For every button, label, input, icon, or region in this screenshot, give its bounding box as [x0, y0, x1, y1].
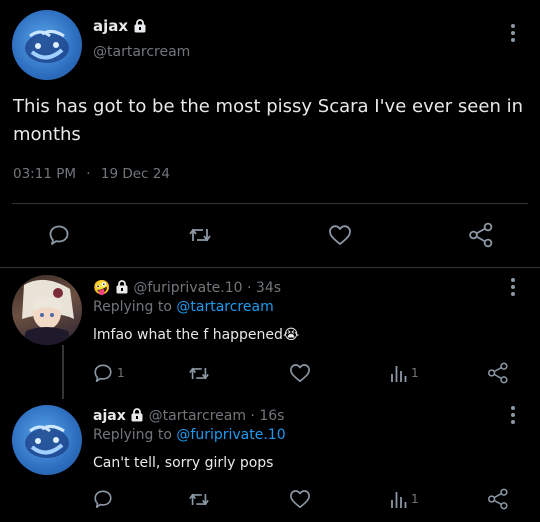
reply-icon[interactable]: [48, 224, 70, 246]
meta-separator: ·: [250, 408, 255, 424]
meta-separator: ·: [247, 280, 252, 296]
like-icon[interactable]: [289, 363, 311, 383]
avatar[interactable]: [12, 10, 82, 80]
share-icon[interactable]: [487, 488, 509, 510]
reply-tweet: ajax @tartarcream · 16s Replying to @fur…: [0, 398, 540, 522]
lock-icon: [130, 408, 144, 426]
avatar-character-icon: [22, 279, 74, 345]
post-age: 16s: [259, 408, 285, 424]
reply-icon[interactable]: [93, 363, 113, 383]
tweet-text: This has got to be the most pissy Scara …: [13, 96, 523, 145]
post-age: 34s: [255, 280, 282, 296]
display-name[interactable]: ajax: [93, 17, 128, 35]
divider: [12, 203, 528, 204]
share-icon[interactable]: [487, 362, 509, 384]
avatar-face-icon: [25, 29, 69, 63]
tweet-time: 03:11 PM: [13, 166, 76, 182]
like-icon[interactable]: [328, 224, 352, 246]
reply-icon[interactable]: [93, 489, 113, 509]
reply-text: lmfao what the f happened: [93, 327, 283, 343]
views-count: 1: [411, 492, 419, 506]
main-tweet: ajax @tartarcream This has got to be the…: [0, 0, 540, 268]
views-icon[interactable]: [390, 363, 408, 383]
avatar[interactable]: [12, 275, 82, 345]
reply-text: Can't tell, sorry girly pops: [93, 455, 274, 471]
avatar[interactable]: [12, 405, 82, 475]
more-vertical-icon[interactable]: [510, 278, 516, 298]
lock-icon: [115, 280, 129, 298]
like-icon[interactable]: [289, 489, 311, 509]
replying-handle-link[interactable]: @tartarcream: [176, 299, 273, 315]
replying-handle-link[interactable]: @furiprivate.10: [176, 427, 285, 443]
retweet-icon[interactable]: [188, 225, 212, 245]
reply-tweet: 🤪 @furiprivate.10 · 34s Replying to @tar…: [0, 268, 540, 399]
retweet-icon[interactable]: [188, 364, 210, 383]
share-icon[interactable]: [468, 222, 494, 248]
thread-line: [62, 345, 64, 399]
avatar-face-icon: [25, 424, 69, 458]
retweet-icon[interactable]: [188, 490, 210, 509]
user-emoji: 🤪: [93, 280, 111, 296]
handle[interactable]: @furiprivate.10: [133, 280, 242, 296]
display-name[interactable]: ajax: [93, 408, 126, 424]
replying-prefix: Replying to: [93, 427, 172, 443]
views-count: 1: [411, 366, 419, 380]
more-vertical-icon[interactable]: [510, 24, 516, 44]
lock-icon: [133, 19, 147, 37]
more-vertical-icon[interactable]: [510, 406, 516, 426]
text-emoji: 😭: [282, 327, 300, 343]
replying-prefix: Replying to: [93, 299, 172, 315]
views-icon[interactable]: [390, 489, 408, 509]
meta-separator: ·: [86, 166, 91, 182]
reply-count: 1: [117, 366, 125, 380]
tweet-date: 19 Dec 24: [100, 166, 170, 182]
handle[interactable]: @tartarcream: [93, 44, 190, 60]
handle[interactable]: @tartarcream: [149, 408, 246, 424]
